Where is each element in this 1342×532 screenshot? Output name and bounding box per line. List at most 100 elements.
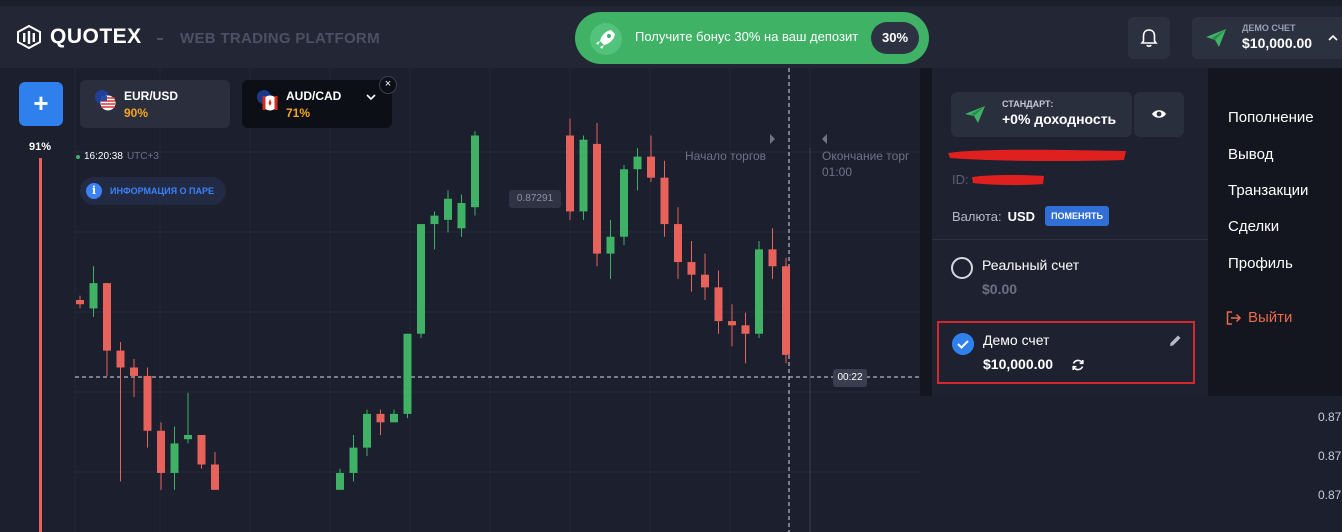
payout-level-bar [39,158,42,532]
price-axis-label: 0.87 [1318,488,1342,502]
logout-icon [1226,310,1242,325]
menu-item-transactions[interactable]: Транзакции [1228,182,1308,199]
logout-button[interactable]: Выйти [1226,309,1292,326]
candle-body [130,367,138,376]
candle-body [376,413,385,423]
real-account-name[interactable]: Реальный счет [982,257,1079,273]
price-axis-label: 0.87 [1318,410,1342,424]
promo-badge: 30% [871,22,919,54]
server-clock: 16:20:38 UTC+3 [76,151,159,162]
candle-body [633,156,642,170]
pair-payout: 90% [124,106,149,120]
start-arrow-icon [770,134,775,144]
clock-time: 16:20:38 [84,151,123,162]
candle-body [687,262,696,275]
account-switcher-button[interactable]: ДЕМО СЧЕТ $10,000.00 [1192,17,1342,59]
pencil-icon[interactable] [1168,334,1182,348]
end-arrow-icon [822,134,827,144]
pair-payout: 71% [286,106,311,120]
bell-icon [1140,29,1158,47]
candle-body [116,350,125,368]
bonus-promo-banner[interactable]: Получите бонус 30% на ваш депозит 30% [575,12,929,64]
toggle-balance-visibility-button[interactable] [1134,92,1184,137]
candle-body [457,202,466,229]
promo-text: Получите бонус 30% на ваш депозит [635,29,859,44]
trading-end-label: Окончание торг [822,149,910,163]
eye-icon [1152,110,1166,118]
demo-account-balance: $10,000.00 [983,356,1054,372]
candle-body [197,434,206,465]
candle-body [349,447,358,473]
candle-body [89,283,98,309]
close-pair-tab-button[interactable]: × [379,76,397,94]
candle-body [444,198,452,220]
real-account-balance: $0.00 [982,281,1018,297]
demo-account-option[interactable]: Демо счет $10,000.00 [937,321,1195,384]
candle-body [336,472,344,490]
candle-body [390,413,398,423]
logout-label: Выйти [1248,309,1293,326]
candle-body [184,434,192,440]
menu-item-withdraw[interactable]: Вывод [1228,146,1273,163]
redacted-id [972,175,1044,186]
menu-item-trades[interactable]: Сделки [1228,218,1279,235]
candle-body [714,287,723,322]
price-marker: 0.87291 [509,190,561,208]
pair-info-label: ИНФОРМАЦИЯ О ПАРЕ [110,186,215,196]
refresh-icon[interactable] [1071,358,1085,372]
candle-body [430,215,439,225]
paper-plane-icon [1206,29,1226,47]
pair-info-button[interactable]: i ИНФОРМАЦИЯ О ПАРЕ [80,177,227,205]
price-chart[interactable] [0,68,920,532]
candle-body [674,224,682,263]
candle-body [660,177,669,225]
candle-body [755,249,763,334]
candle-body [741,325,750,334]
account-tier-box[interactable]: СТАНДАРТ: +0% доходность [951,92,1132,137]
checkmark-icon [952,333,974,355]
quotex-logo-icon [17,24,41,50]
candle-body [403,333,412,414]
candles [76,118,790,490]
currency-value: USD [1007,208,1036,224]
pair-name: EUR/USD [124,89,179,103]
notifications-button[interactable] [1128,17,1170,59]
candle-body [728,321,736,326]
candle-body [566,135,574,212]
menu-item-profile[interactable]: Профиль [1228,255,1293,272]
info-icon: i [86,183,102,199]
divider [932,239,1208,240]
expiry-timer: 00:22 [833,369,867,387]
candle-body [593,143,601,254]
real-account-radio[interactable] [951,257,973,279]
account-dropdown: СТАНДАРТ: +0% доходность ID: Валюта: USD… [920,68,1342,396]
candle-body [103,283,111,351]
account-tier-label: СТАНДАРТ: [1002,99,1054,109]
chevron-up-icon [1328,34,1338,41]
account-tier-yield: +0% доходность [1002,111,1117,127]
change-currency-button[interactable]: ПОМЕНЯТЬ [1045,206,1109,226]
candle-body [211,464,219,490]
logo-text: QUOTEX [50,25,142,48]
candle-body [701,274,709,288]
add-asset-button[interactable]: + [19,82,63,126]
menu-item-deposit[interactable]: Пополнение [1228,109,1314,126]
account-type-label: ДЕМО СЧЕТ [1242,23,1296,33]
currency-label: Валюта: [952,208,1002,224]
pair-tab-aud-cad[interactable]: AUD/CAD 71% [242,80,392,128]
candle-body [768,249,777,267]
trading-start-label: Начало торгов [685,149,767,163]
chevron-down-icon[interactable] [366,92,376,102]
logo[interactable]: QUOTEX [16,24,142,50]
header-separator [157,38,163,40]
aud-cad-flag-icon [257,90,278,111]
candle-body [620,169,628,237]
candle-body [143,375,152,431]
account-balance: $10,000.00 [1242,35,1313,51]
candle-body [157,430,165,473]
paper-plane-icon [965,106,985,123]
online-dot-icon [76,154,80,159]
pair-name: AUD/CAD [286,89,342,103]
pair-tab-eur-usd[interactable]: EUR/USD 90% [80,80,230,128]
trading-end-time: 01:00 [822,165,853,179]
